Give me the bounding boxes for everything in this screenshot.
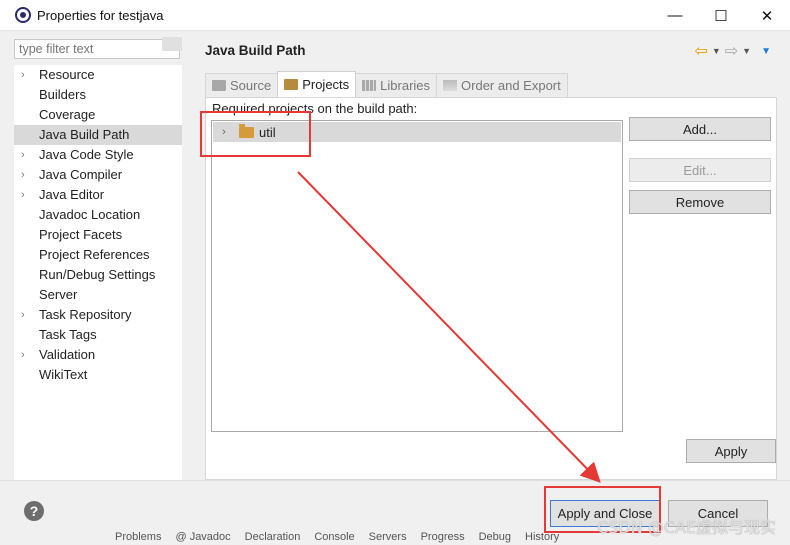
sidebar-item-project-facets[interactable]: Project Facets	[14, 225, 182, 245]
chevron-right-icon[interactable]: ›	[21, 145, 25, 165]
sidebar-item-builders[interactable]: Builders	[14, 85, 182, 105]
sidebar-item-label: WikiText	[39, 367, 88, 382]
project-folder-icon	[284, 79, 299, 90]
sidebar-item-resource[interactable]: › Resource	[14, 65, 182, 85]
page-title: Java Build Path	[205, 43, 306, 58]
chevron-right-icon[interactable]: ›	[21, 345, 25, 365]
chevron-right-icon[interactable]: ›	[21, 165, 25, 185]
sidebar-item-task-tags[interactable]: Task Tags	[14, 325, 182, 345]
sidebar-item-validation[interactable]: › Validation	[14, 345, 182, 365]
tab-source-label: Source	[230, 78, 272, 93]
taskbar-tab: @ Javadoc	[175, 531, 231, 543]
filter-clear-icon[interactable]	[162, 37, 182, 51]
sidebar-item-label: Server	[39, 287, 78, 302]
taskbar-tab: Progress	[420, 531, 465, 543]
chevron-right-icon[interactable]: ›	[21, 305, 25, 325]
eclipse-app-icon	[15, 7, 31, 23]
sidebar-item-label: Java Build Path	[39, 127, 130, 142]
build-path-tabs: Source Projects Libraries Order and Expo…	[205, 71, 568, 97]
help-icon[interactable]: ?	[24, 501, 44, 521]
chevron-right-icon[interactable]: ›	[21, 185, 25, 205]
sidebar-item-java-build-path[interactable]: Java Build Path	[14, 125, 182, 145]
sidebar-item-label: Javadoc Location	[39, 207, 141, 222]
background-taskbar: Problems @ Javadoc Declaration Console Serve…	[115, 531, 559, 545]
sidebar-item-label: Java Editor	[39, 187, 105, 202]
chevron-right-icon[interactable]: ›	[215, 126, 233, 138]
taskbar-tab: Console	[314, 531, 355, 543]
sidebar-item-label: Task Tags	[39, 327, 97, 342]
minimize-button[interactable]: —	[652, 0, 698, 31]
sidebar-item-label: Builders	[39, 87, 86, 102]
taskbar-tab: Problems	[115, 531, 162, 543]
properties-tree: › Resource Builders Coverage Java Build Path…	[14, 65, 182, 480]
forward-dropdown-icon[interactable]: ▼	[742, 46, 751, 56]
forward-arrow-icon[interactable]: ⇨	[725, 41, 738, 61]
filter-input[interactable]	[14, 39, 180, 59]
sidebar-item-coverage[interactable]: Coverage	[14, 105, 182, 125]
view-menu-icon[interactable]: ▼	[761, 46, 771, 57]
edit-project-button[interactable]: Edit...	[629, 158, 771, 182]
tab-libraries-label: Libraries	[380, 78, 431, 93]
tab-libraries[interactable]: Libraries	[355, 73, 438, 97]
title-bar: Properties for testjava — ☐ ✕	[0, 0, 790, 31]
required-projects-label: Required projects on the build path:	[212, 101, 418, 116]
sidebar-item-label: Project References	[39, 247, 150, 262]
chevron-right-icon[interactable]: ›	[21, 65, 25, 85]
sidebar-item-label: Coverage	[39, 107, 96, 122]
sidebar-item-label: Validation	[39, 347, 96, 362]
properties-nav-pane: › Resource Builders Coverage Java Build Path…	[10, 35, 184, 480]
taskbar-tab: Declaration	[244, 531, 301, 543]
window-controls: — ☐ ✕	[652, 0, 790, 31]
tab-projects-label: Projects	[302, 77, 350, 92]
sidebar-item-server[interactable]: Server	[14, 285, 182, 305]
add-project-button[interactable]: Add...	[629, 117, 771, 141]
project-name: util	[259, 124, 276, 140]
sidebar-item-run-debug-settings[interactable]: Run/Debug Settings	[14, 265, 182, 285]
watermark: CSDN @CAE虚拟与现实	[597, 518, 776, 537]
history-nav: ⇦ ▼ ⇨ ▼ ▼	[694, 41, 771, 61]
maximize-button[interactable]: ☐	[698, 0, 744, 31]
back-dropdown-icon[interactable]: ▼	[712, 46, 721, 56]
sidebar-item-label: Project Facets	[39, 227, 123, 242]
tab-source[interactable]: Source	[205, 73, 279, 97]
tab-order-export-label: Order and Export	[461, 78, 561, 93]
dialog-body: › Resource Builders Coverage Java Build Path…	[0, 31, 790, 545]
close-button[interactable]: ✕	[744, 0, 790, 31]
projects-list[interactable]: › util	[211, 120, 623, 432]
taskbar-tab: History	[525, 531, 560, 543]
apply-button[interactable]: Apply	[686, 439, 776, 463]
java-build-path-panel: Java Build Path ⇦ ▼ ⇨ ▼ ▼ Source Project…	[193, 35, 783, 480]
sidebar-item-label: Task Repository	[39, 307, 132, 322]
sidebar-item-java-code-style[interactable]: › Java Code Style	[14, 145, 182, 165]
tab-order-export[interactable]: Order and Export	[436, 73, 568, 97]
sidebar-item-task-repository[interactable]: › Task Repository	[14, 305, 182, 325]
back-arrow-icon[interactable]: ⇦	[694, 41, 707, 61]
remove-project-button[interactable]: Remove	[629, 190, 771, 214]
sidebar-item-java-compiler[interactable]: › Java Compiler	[14, 165, 182, 185]
taskbar-tab: Debug	[478, 531, 512, 543]
sidebar-item-label: Run/Debug Settings	[39, 267, 156, 282]
sidebar-item-wikitext[interactable]: WikiText	[14, 365, 182, 385]
order-export-icon	[443, 80, 458, 91]
sidebar-item-project-references[interactable]: Project References	[14, 245, 182, 265]
taskbar-tab: Servers	[368, 531, 407, 543]
window-title: Properties for testjava	[37, 7, 164, 23]
list-item[interactable]: › util	[213, 122, 621, 142]
sidebar-item-label: Java Compiler	[39, 167, 123, 182]
open-folder-icon	[239, 123, 254, 138]
source-folder-icon	[212, 80, 226, 91]
tab-projects[interactable]: Projects	[277, 71, 357, 97]
projects-tab-content: Required projects on the build path: › u…	[205, 97, 777, 480]
sidebar-item-javadoc-location[interactable]: Javadoc Location	[14, 205, 182, 225]
sidebar-item-java-editor[interactable]: › Java Editor	[14, 185, 182, 205]
sidebar-item-label: Java Code Style	[39, 147, 134, 162]
sidebar-item-label: Resource	[39, 67, 95, 82]
libraries-icon	[362, 80, 377, 91]
